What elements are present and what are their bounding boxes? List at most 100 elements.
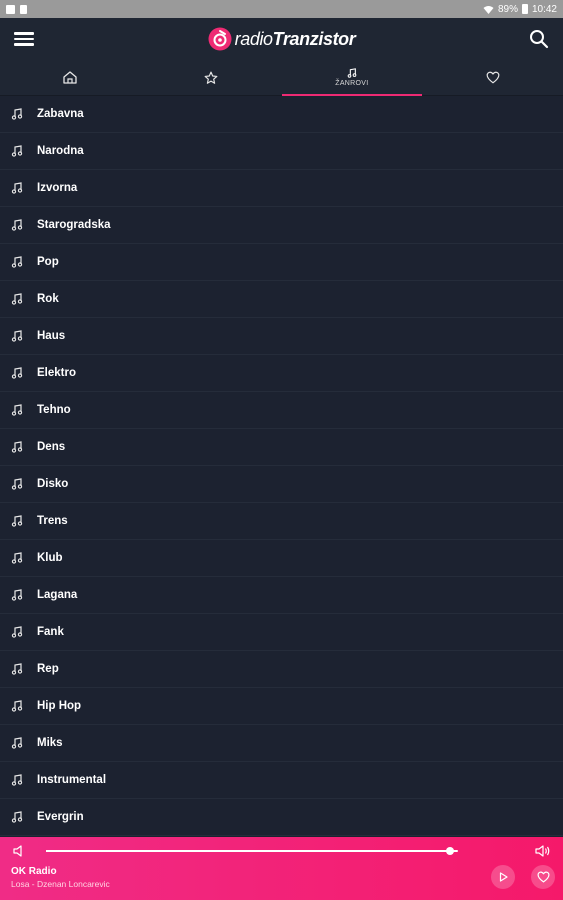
image-notification-icon bbox=[6, 4, 15, 14]
genre-label: Miks bbox=[37, 737, 63, 749]
genre-list[interactable]: Zabavna Narodna Izvorna Starogradska Pop Rok H… bbox=[0, 96, 563, 837]
genre-item[interactable]: Instrumental bbox=[0, 762, 563, 799]
genre-label: Fank bbox=[37, 626, 64, 638]
volume-down-button[interactable] bbox=[12, 844, 26, 858]
genre-item[interactable]: Haus bbox=[0, 318, 563, 355]
genre-item[interactable]: Rep bbox=[0, 651, 563, 688]
tab-genres-label: ŽANROVI bbox=[335, 80, 369, 87]
music-note-icon bbox=[11, 736, 25, 750]
genre-label: Elektro bbox=[37, 367, 76, 379]
volume-up-button[interactable] bbox=[535, 844, 551, 858]
menu-button[interactable] bbox=[14, 29, 36, 49]
volume-low-icon bbox=[13, 845, 22, 857]
genre-item[interactable]: Hip Hop bbox=[0, 688, 563, 725]
music-note-icon bbox=[11, 144, 25, 158]
menu-line bbox=[14, 37, 34, 40]
tab-liked[interactable] bbox=[422, 60, 563, 95]
genre-item[interactable]: Starogradska bbox=[0, 207, 563, 244]
genre-label: Disko bbox=[37, 478, 69, 490]
heart-icon bbox=[486, 71, 500, 84]
music-note-icon bbox=[11, 699, 25, 713]
play-button[interactable] bbox=[491, 865, 515, 889]
genre-label: Pop bbox=[37, 256, 59, 268]
music-note-icon bbox=[11, 810, 25, 824]
mini-player: OK Radio Losa - Dzenan Loncarevic bbox=[0, 837, 563, 900]
music-note-icon bbox=[11, 107, 25, 121]
station-name: OK Radio bbox=[11, 866, 57, 877]
app-title: radioTranzistor bbox=[235, 29, 356, 50]
genre-label: Lagana bbox=[37, 589, 78, 601]
battery-percent: 89% bbox=[497, 3, 518, 15]
heart-icon bbox=[536, 871, 550, 883]
genre-item[interactable]: Narodna bbox=[0, 133, 563, 170]
music-note-icon bbox=[11, 662, 25, 676]
music-note-icon bbox=[11, 329, 25, 343]
genre-item[interactable]: Miks bbox=[0, 725, 563, 762]
genre-item[interactable]: Elektro bbox=[0, 355, 563, 392]
tab-bar: ŽANROVI bbox=[0, 60, 563, 96]
play-icon bbox=[499, 872, 508, 882]
genre-item[interactable]: Trens bbox=[0, 503, 563, 540]
genre-label: Evergrin bbox=[37, 811, 84, 823]
tab-favorites-stations[interactable] bbox=[141, 60, 282, 95]
app-bar: radioTranzistor bbox=[0, 18, 563, 60]
music-note-icon bbox=[11, 477, 25, 491]
music-note-icon bbox=[11, 255, 25, 269]
volume-slider-thumb[interactable] bbox=[445, 847, 454, 855]
genre-item[interactable]: Fank bbox=[0, 614, 563, 651]
battery-icon bbox=[521, 4, 528, 14]
genre-label: Haus bbox=[37, 330, 66, 342]
menu-line bbox=[14, 43, 34, 46]
genre-label: Tehno bbox=[37, 404, 71, 416]
genre-item[interactable]: Zabavna bbox=[0, 96, 563, 133]
genre-item[interactable]: Tehno bbox=[0, 392, 563, 429]
favorite-button[interactable] bbox=[531, 865, 555, 889]
app-title-light: radio bbox=[234, 28, 273, 49]
music-note-icon bbox=[11, 292, 25, 306]
genre-label: Dens bbox=[37, 441, 66, 453]
tab-genres[interactable]: ŽANROVI bbox=[281, 60, 423, 96]
genre-label: Rok bbox=[37, 293, 59, 305]
music-note-icon bbox=[11, 440, 25, 454]
genre-item[interactable]: Klub bbox=[0, 540, 563, 577]
music-note-icon bbox=[11, 403, 25, 417]
app-title-bold: Tranzistor bbox=[272, 28, 356, 49]
tab-home[interactable] bbox=[0, 60, 141, 95]
music-note-icon bbox=[11, 514, 25, 528]
genre-item[interactable]: Izvorna bbox=[0, 170, 563, 207]
music-note-icon bbox=[11, 551, 25, 565]
genre-label: Narodna bbox=[37, 145, 84, 157]
volume-high-icon bbox=[535, 845, 550, 857]
music-note-icon bbox=[347, 68, 357, 78]
volume-slider[interactable] bbox=[46, 847, 458, 855]
track-title: Losa - Dzenan Loncarevic bbox=[11, 879, 110, 889]
app-logo: radioTranzistor bbox=[208, 27, 356, 51]
star-icon bbox=[204, 71, 218, 84]
music-note-icon bbox=[11, 773, 25, 787]
genre-item[interactable]: Lagana bbox=[0, 577, 563, 614]
genre-label: Hip Hop bbox=[37, 700, 82, 712]
genre-label: Instrumental bbox=[37, 774, 107, 786]
volume-slider-fill bbox=[46, 850, 450, 852]
search-icon bbox=[530, 30, 549, 49]
music-note-icon bbox=[11, 366, 25, 380]
clock: 10:42 bbox=[531, 3, 557, 15]
genre-label: Rep bbox=[37, 663, 59, 675]
genre-item[interactable]: Disko bbox=[0, 466, 563, 503]
genre-item[interactable]: Rok bbox=[0, 281, 563, 318]
genre-item[interactable]: Evergrin bbox=[0, 799, 563, 836]
genre-label: Klub bbox=[37, 552, 63, 564]
status-bar: 89% 10:42 bbox=[0, 0, 563, 18]
logo-icon bbox=[208, 27, 232, 51]
music-note-icon bbox=[11, 625, 25, 639]
genre-label: Izvorna bbox=[37, 182, 78, 194]
genre-label: Zabavna bbox=[37, 108, 84, 120]
search-button[interactable] bbox=[527, 27, 551, 51]
genre-item[interactable]: Dens bbox=[0, 429, 563, 466]
genre-item[interactable]: Pop bbox=[0, 244, 563, 281]
music-note-icon bbox=[11, 218, 25, 232]
music-note-icon bbox=[11, 181, 25, 195]
menu-line bbox=[14, 32, 34, 35]
genre-label: Trens bbox=[37, 515, 68, 527]
home-icon bbox=[63, 71, 78, 84]
